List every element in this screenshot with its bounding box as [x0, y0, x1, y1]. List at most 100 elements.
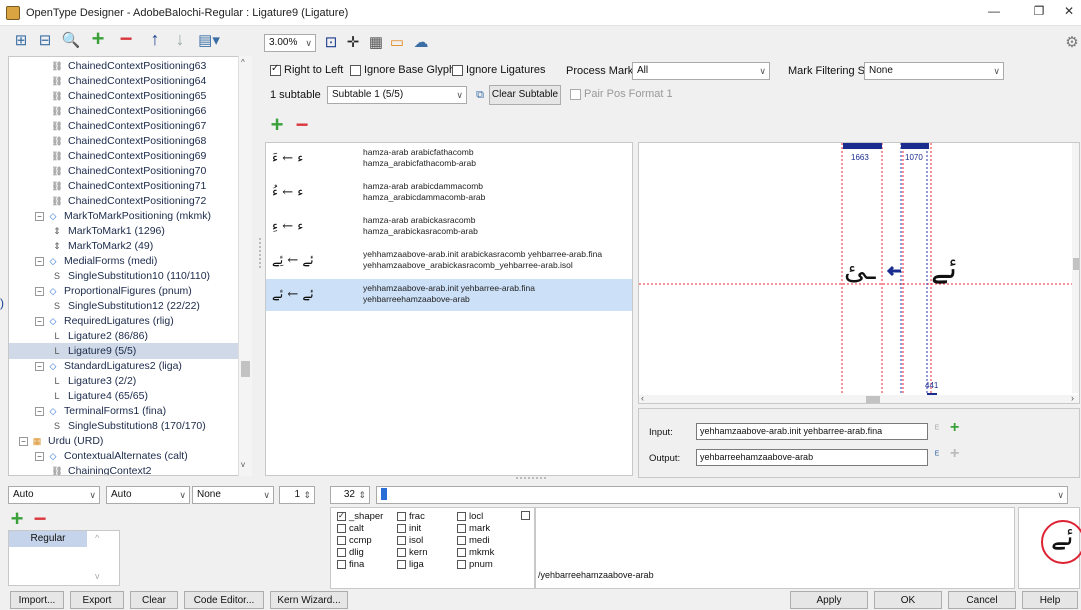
rule-row[interactable]: ئے ← ئِے yehhamzaabove-arab.init arabicka… — [266, 245, 632, 277]
tree-node[interactable]: L Ligature3 (2/2) — [9, 373, 239, 389]
subtable-select[interactable]: Subtable 1 (5/5) ∨ — [327, 86, 467, 104]
tree-node[interactable]: S SingleSubstitution8 (170/170) — [9, 418, 239, 434]
feature-toggle[interactable]: isol — [397, 535, 423, 546]
splitter-handle[interactable] — [259, 238, 263, 268]
input-field[interactable]: yehhamzaabove-arab.init yehbarree-arab.f… — [696, 423, 928, 440]
feature-checkbox[interactable] — [521, 511, 530, 520]
output-glyph-icon[interactable]: ᴱ — [935, 450, 939, 461]
code-editor-button[interactable]: Code Editor... — [184, 591, 264, 609]
expand-toggle-icon[interactable]: − — [35, 316, 44, 326]
feature-tree[interactable]: ⛓ ChainedContextPositioning63 ⛓ ChainedCont… — [8, 56, 240, 476]
input-add-icon[interactable]: + — [950, 419, 959, 437]
tree-node[interactable]: − ◇ TerminalForms1 (fina) — [9, 403, 239, 419]
expand-toggle-icon[interactable]: − — [35, 256, 44, 266]
subtable-add-icon[interactable]: ⧉ — [472, 86, 488, 104]
feature-checkbox[interactable] — [337, 511, 346, 521]
tree-node[interactable]: ⇕ MarkToMark1 (1296) — [9, 223, 239, 239]
size-spin[interactable]: 32 ⇕ — [330, 486, 370, 504]
expand-toggle-icon[interactable]: − — [35, 361, 44, 371]
cloud-icon[interactable]: ☁ — [410, 32, 432, 52]
tree-node[interactable]: S SingleSubstitution12 (22/22) — [9, 298, 239, 314]
feature-checkbox[interactable] — [397, 560, 406, 569]
preview-hscroll[interactable]: ‹ › — [639, 393, 1079, 403]
input-glyph-icon[interactable]: ᴱ — [935, 424, 939, 435]
feature-toggle[interactable]: _shaper — [337, 511, 383, 522]
tree-node[interactable]: − ◇ MedialForms (medi) — [9, 253, 239, 269]
export-button[interactable]: Export — [70, 591, 124, 609]
clear-button[interactable]: Clear — [130, 591, 178, 609]
add-language-icon[interactable]: ⊟ — [36, 30, 54, 50]
output-field[interactable]: yehbarreehamzaabove-arab — [696, 449, 928, 466]
add-script-icon[interactable]: ⊞ — [12, 30, 30, 50]
pair-pos-format-checkbox[interactable]: Pair Pos Format 1 — [570, 88, 673, 100]
edit-icon[interactable]: ▭ — [388, 32, 406, 52]
tree-node[interactable]: ⛓ ChainedContextPositioning69 — [9, 148, 239, 164]
rule-row[interactable]: ء ← ءُ hamza-arab arabicdammacomb hamza_ar… — [266, 177, 632, 209]
expand-toggle-icon[interactable]: − — [19, 436, 28, 446]
close-icon[interactable]: ✕ — [1060, 4, 1078, 18]
feature-checkbox[interactable] — [337, 536, 346, 545]
remove-style-icon[interactable]: − — [30, 506, 50, 531]
tree-node[interactable]: − ◇ MarkToMarkPositioning (mkmk) — [9, 208, 239, 224]
feature-toggle[interactable]: mark — [457, 523, 490, 534]
tree-node[interactable]: − ◇ RequiredLigatures (rlig) — [9, 313, 239, 329]
mark-filtering-select[interactable]: None ∨ — [864, 62, 1004, 80]
feature-checkbox[interactable] — [337, 560, 346, 569]
horizontal-splitter[interactable] — [516, 477, 546, 479]
minimize-icon[interactable]: — — [985, 4, 1003, 18]
feature-toggle[interactable]: locl — [457, 511, 483, 522]
feature-toggle[interactable]: fina — [337, 559, 364, 570]
settings-icon[interactable]: ⚙ — [1064, 32, 1080, 52]
tree-node[interactable]: ⛓ ChainedContextPositioning71 — [9, 178, 239, 194]
feature-toggle[interactable]: frac — [397, 511, 425, 522]
expand-toggle-icon[interactable]: − — [35, 406, 44, 416]
glyph-preview[interactable]: 1663 1070 441 ـئ ئے ‹ › — [638, 142, 1080, 404]
feature-toggle[interactable]: pnum — [457, 559, 493, 570]
output-add-icon[interactable]: + — [950, 445, 959, 463]
apply-button[interactable]: Apply — [790, 591, 868, 609]
tree-node[interactable]: L Ligature2 (86/86) — [9, 328, 239, 344]
tree-node[interactable]: − ◇ ContextualAlternates (calt) — [9, 448, 239, 464]
tree-node[interactable]: ⛓ ChainedContextPositioning63 — [9, 58, 239, 74]
tree-node[interactable]: ⛓ ChainedContextPositioning70 — [9, 163, 239, 179]
sort-menu-icon[interactable]: ▤▾ — [197, 30, 221, 50]
add-rule-icon[interactable]: + — [268, 112, 286, 137]
style-item-regular[interactable]: Regular — [9, 531, 87, 547]
style-list[interactable]: Regular ^ v — [8, 530, 120, 586]
tree-node[interactable]: − ◇ StandardLigatures2 (liga) — [9, 358, 239, 374]
tree-node[interactable]: ⛓ ChainedContextPositioning64 — [9, 73, 239, 89]
feature-checkbox[interactable] — [397, 524, 406, 533]
feature-toggle-list[interactable]: _shaper frac locl calt init mark ccmp isol medi d… — [330, 507, 535, 589]
rule-row[interactable]: ء ← ءَ hamza-arab arabicfathacomb hamza_ar… — [266, 143, 632, 175]
script-select[interactable]: Auto ∨ — [106, 486, 190, 504]
feature-toggle[interactable]: mkmk — [457, 547, 494, 558]
grid-icon[interactable]: ▦ — [367, 32, 385, 52]
right-to-left-checkbox[interactable]: Right to Left — [270, 63, 343, 76]
tree-node[interactable]: L Ligature4 (65/65) — [9, 388, 239, 404]
expand-toggle-icon[interactable]: − — [35, 211, 44, 221]
preview-vscroll[interactable] — [1072, 143, 1079, 393]
remove-rule-icon[interactable]: − — [292, 112, 312, 137]
feature-toggle[interactable]: medi — [457, 535, 490, 546]
process-marks-select[interactable]: All ∨ — [632, 62, 770, 80]
expand-toggle-icon[interactable]: − — [35, 286, 44, 296]
fit-icon[interactable]: ⊡ — [322, 32, 340, 52]
remove-icon[interactable]: − — [115, 26, 137, 51]
feature-checkbox[interactable] — [337, 524, 346, 533]
tree-node[interactable]: ⛓ ChainedContextPositioning68 — [9, 133, 239, 149]
ok-button[interactable]: OK — [874, 591, 942, 609]
direction-select[interactable]: Auto ∨ — [8, 486, 100, 504]
restore-icon[interactable]: ❐ — [1030, 4, 1048, 18]
tree-node[interactable]: − ▦ Urdu (URD) — [9, 433, 239, 449]
clear-subtable-button[interactable]: Clear Subtable — [489, 85, 561, 105]
feature-checkbox[interactable] — [457, 536, 466, 545]
tree-node[interactable]: − ◇ ProportionalFigures (pnum) — [9, 283, 239, 299]
ignore-base-glyphs-checkbox[interactable]: Ignore Base Glyphs — [350, 64, 461, 76]
feature-checkbox[interactable] — [397, 536, 406, 545]
collapse-handle-icon[interactable]: ) — [0, 296, 4, 310]
pair-pos-format-check[interactable] — [570, 88, 581, 100]
rule-row[interactable]: ء ← ءِ hamza-arab arabickasracomb hamza_ar… — [266, 211, 632, 243]
feature-checkbox[interactable] — [457, 560, 466, 569]
feature-toggle[interactable]: dlig — [337, 547, 364, 558]
import-button[interactable]: Import... — [10, 591, 64, 609]
